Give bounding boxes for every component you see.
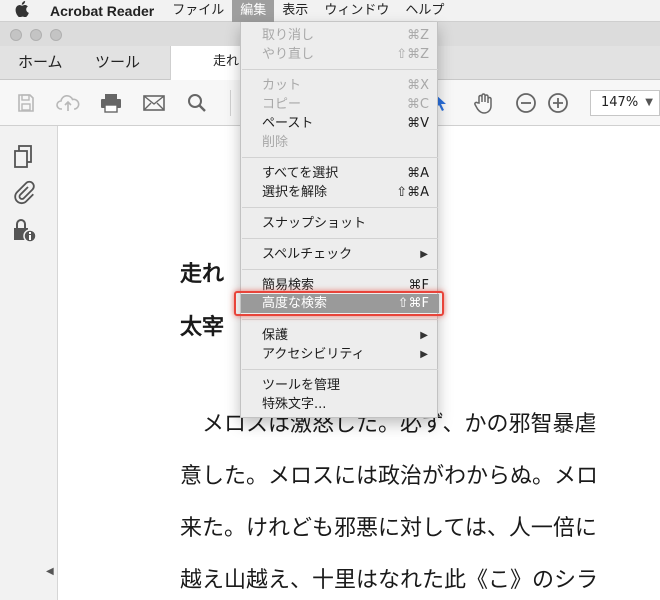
lock-info-icon[interactable] [12,218,38,244]
menu-item-paste[interactable]: ペースト ⌘V [241,114,439,133]
menu-item-label: コピー [262,97,302,112]
menu-item-label: ペースト [262,116,314,131]
menu-separator [242,369,438,370]
menu-item-protection[interactable]: 保護 ▶ [241,326,439,345]
page-thumbnails-icon[interactable] [12,144,38,170]
menu-item-shortcut: ⇧⌘F [397,296,429,311]
menu-item-undo[interactable]: 取り消し ⌘Z [241,26,439,45]
submenu-arrow-icon: ▶ [420,249,428,260]
menu-item-label: 高度な検索 [262,296,328,311]
apple-menu-icon[interactable] [0,0,44,21]
menu-item-accessibility[interactable]: アクセシビリティ ▶ [241,345,439,364]
menu-item-label: アクセシビリティ [262,347,365,362]
menu-item-label: やり直し [262,47,315,62]
collapse-panel-icon[interactable]: ◀ [46,566,54,577]
app-name[interactable]: Acrobat Reader [44,3,164,19]
menu-item-copy[interactable]: コピー ⌘C [241,95,439,114]
left-navigation-panel: ◀ [0,126,58,600]
menu-item-advanced-search[interactable]: 高度な検索 ⇧⌘F [241,294,439,313]
edit-menu-dropdown: 取り消し ⌘Z やり直し ⇧⌘Z カット ⌘X コピー ⌘C ペースト ⌘V 削… [240,22,439,418]
print-icon[interactable] [99,92,123,114]
menu-item-manage-tools[interactable]: ツールを管理 [241,376,439,395]
close-window-button[interactable] [10,29,22,41]
menu-item-cut[interactable]: カット ⌘X [241,76,439,95]
menu-item-shortcut: ⌘X [407,78,429,93]
menu-separator [242,69,438,70]
submenu-arrow-icon: ▶ [420,349,428,360]
menu-item-shortcut: ⌘F [408,278,429,293]
menu-item-select-all[interactable]: すべてを選択 ⌘A [241,164,439,183]
menu-item-label: 削除 [262,135,289,150]
document-line: 来た。けれども邪悪に対しては、人一倍に [180,516,597,541]
menu-view[interactable]: 表示 [274,0,316,22]
menu-item-shortcut: ⇧⌘A [396,185,429,200]
menu-separator [242,319,438,320]
menu-item-shortcut: ⌘V [407,116,429,131]
chevron-down-icon: ▼ [645,97,653,108]
menu-edit[interactable]: 編集 [232,0,275,22]
zoom-level-value: 147% [601,95,639,110]
document-author: 太宰 [180,314,225,340]
mail-icon[interactable] [142,92,166,114]
menu-separator [242,269,438,270]
menu-item-label: カット [262,78,302,93]
menu-item-redo[interactable]: やり直し ⇧⌘Z [241,45,439,64]
attachment-icon[interactable] [12,180,38,206]
document-line: 意した。メロスには政治がわからぬ。メロ [180,464,599,489]
menu-item-special-characters[interactable]: 特殊文字... [241,395,439,414]
save-icon[interactable] [14,92,38,114]
menu-item-label: 特殊文字... [262,397,327,412]
zoom-level-dropdown[interactable]: 147% ▼ [590,90,660,116]
zoom-window-button[interactable] [50,29,62,41]
document-title: 走れ [180,261,225,287]
menu-item-label: 簡易検索 [262,278,315,293]
tab-home[interactable]: ホーム [18,46,63,80]
menu-item-delete[interactable]: 削除 [241,133,439,152]
menu-item-label: 保護 [262,328,289,343]
menu-item-label: スペルチェック [262,247,353,262]
menu-item-label: すべてを選択 [262,166,339,181]
menu-item-spell-check[interactable]: スペルチェック ▶ [241,245,439,264]
menu-item-find[interactable]: 簡易検索 ⌘F [241,276,439,295]
tab-tools[interactable]: ツール [95,46,140,80]
submenu-arrow-icon: ▶ [420,330,428,341]
menu-bar: Acrobat Reader ファイル 編集 表示 ウィンドウ ヘルプ [0,0,660,22]
hand-tool-icon[interactable] [472,92,496,114]
menu-item-label: スナップショット [262,216,367,231]
cloud-upload-icon[interactable] [56,92,80,114]
menu-item-label: 選択を解除 [262,185,328,200]
menu-separator [242,157,438,158]
menu-item-label: 取り消し [262,28,315,43]
menu-file[interactable]: ファイル [164,0,232,22]
toolbar-separator [230,90,231,116]
menu-item-shortcut: ⌘Z [407,28,429,43]
search-icon[interactable] [185,92,209,114]
document-line: 越え山越え、十里はなれた此《こ》のシラ [180,568,599,593]
zoom-out-icon[interactable] [514,92,538,114]
menu-item-label: ツールを管理 [262,378,341,393]
menu-window[interactable]: ウィンドウ [316,0,397,22]
minimize-window-button[interactable] [30,29,42,41]
zoom-in-icon[interactable] [546,92,570,114]
menu-item-shortcut: ⌘C [406,97,429,112]
menu-item-shortcut: ⌘A [407,166,429,181]
menu-item-snapshot[interactable]: スナップショット [241,214,439,233]
menu-separator [242,238,438,239]
menu-item-deselect[interactable]: 選択を解除 ⇧⌘A [241,183,439,202]
menu-item-shortcut: ⇧⌘Z [396,47,429,62]
menu-help[interactable]: ヘルプ [397,0,452,22]
menu-separator [242,207,438,208]
